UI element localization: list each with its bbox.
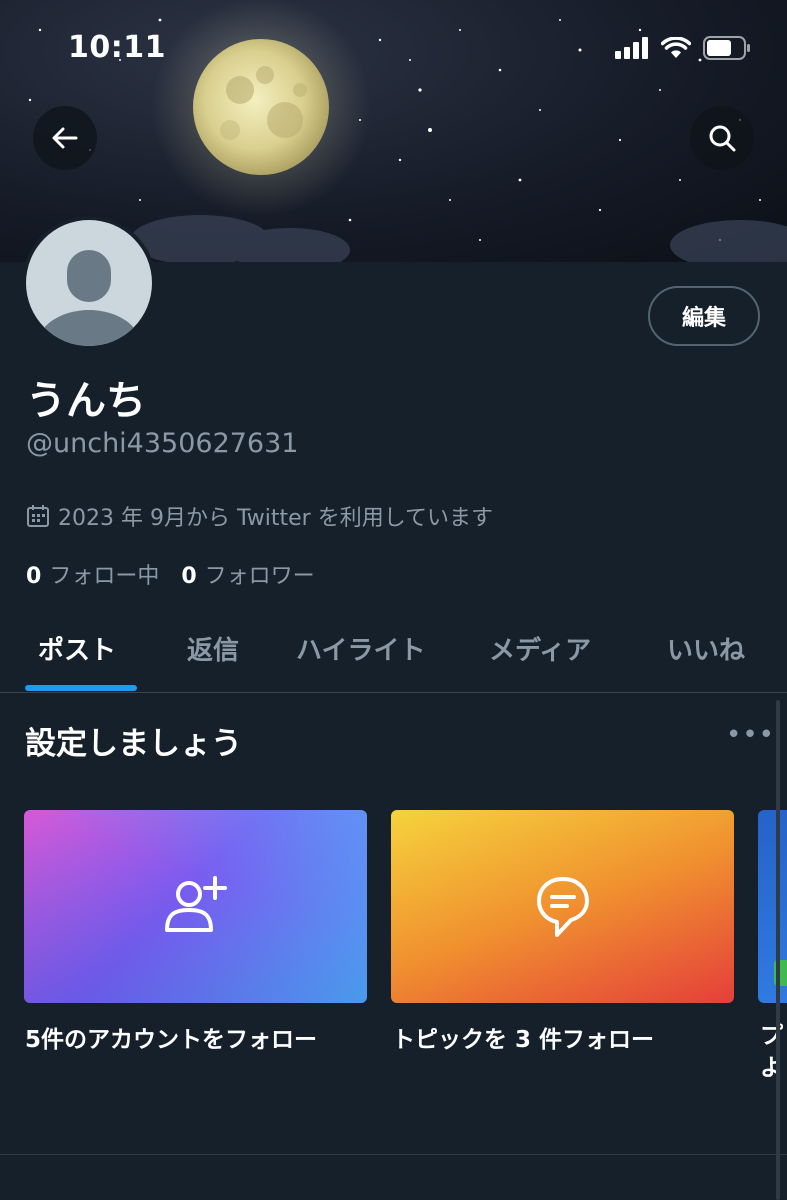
cellular-signal-icon	[615, 37, 648, 59]
follow-accounts-card[interactable]	[24, 810, 367, 1003]
profile-tabs: ポスト 返信 ハイライト メディア いいね	[0, 612, 787, 693]
tab-media[interactable]: メディア	[489, 630, 591, 667]
wifi-icon	[661, 37, 691, 58]
followers-label: フォロワー	[204, 564, 315, 589]
section-divider	[0, 1154, 787, 1155]
calendar-icon	[27, 505, 49, 527]
following-link[interactable]: 0 フォロー中	[26, 558, 159, 590]
back-button[interactable]	[33, 106, 97, 170]
following-label: フォロー中	[49, 564, 160, 589]
edit-profile-button[interactable]: 編集	[648, 286, 760, 346]
followers-count: 0	[181, 564, 197, 589]
tab-posts[interactable]: ポスト	[38, 630, 116, 667]
follow-accounts-label: 5件のアカウントをフォロー	[25, 1027, 318, 1053]
follow-counts: 0 フォロー中 0 フォロワー	[26, 558, 315, 590]
join-date: 2023 年 9月から Twitter を利用しています	[26, 500, 493, 532]
more-options-button[interactable]: •••	[726, 720, 775, 750]
follow-topics-card[interactable]	[391, 810, 734, 1003]
search-icon	[709, 125, 736, 152]
avatar[interactable]	[22, 216, 156, 350]
user-handle: @unchi4350627631	[26, 428, 299, 459]
active-tab-indicator	[25, 685, 137, 691]
next-setup-card[interactable]	[758, 810, 787, 1003]
tab-likes[interactable]: いいね	[667, 630, 745, 667]
default-avatar-image	[26, 220, 152, 346]
tab-highlights[interactable]: ハイライト	[296, 630, 425, 667]
search-button[interactable]	[690, 106, 754, 170]
tab-replies[interactable]: 返信	[187, 630, 239, 667]
join-date-text: 2023 年 9月から Twitter を利用しています	[58, 506, 494, 531]
status-icons	[615, 36, 751, 60]
followers-link[interactable]: 0 フォロワー	[181, 558, 314, 590]
follow-topics-label: トピックを 3 件フォロー	[392, 1027, 655, 1053]
person-add-icon	[164, 875, 227, 932]
scrollbar[interactable]	[776, 700, 780, 1200]
topic-bubble-icon	[536, 876, 589, 937]
person-silhouette-icon	[37, 250, 141, 346]
battery-icon	[703, 36, 750, 60]
setup-section-title: 設定しましょう	[25, 726, 242, 762]
status-time: 10:11	[68, 30, 166, 65]
following-count: 0	[26, 564, 42, 589]
arrow-left-icon	[52, 127, 78, 149]
display-name: うんち	[26, 378, 146, 424]
